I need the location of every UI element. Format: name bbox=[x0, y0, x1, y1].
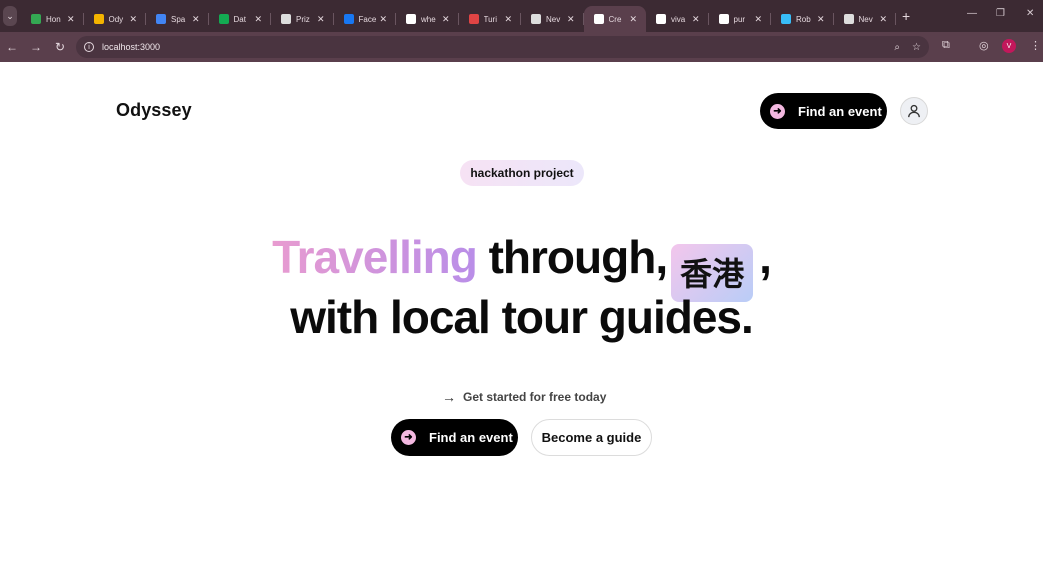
hero-heading-text: through, bbox=[488, 231, 668, 283]
chrome-icon bbox=[531, 14, 541, 24]
tab-label: Nev bbox=[858, 14, 873, 24]
doc-icon bbox=[156, 14, 166, 24]
tab-search-dropdown-icon[interactable]: ⌄ bbox=[3, 6, 17, 26]
tab-label: Cre bbox=[608, 14, 622, 24]
browser-tab[interactable]: Turi ✕ bbox=[459, 6, 522, 32]
tab-label: pur bbox=[733, 14, 746, 24]
find-event-label: Find an event bbox=[429, 430, 513, 445]
tab-label: whe bbox=[421, 14, 436, 24]
become-guide-button[interactable]: Become a guide bbox=[531, 419, 652, 456]
hero-highlight-word: Travelling bbox=[272, 231, 478, 283]
close-window-icon[interactable]: ✕ bbox=[1026, 8, 1034, 19]
arrow-right-icon: ➜ bbox=[401, 430, 416, 445]
profile-avatar[interactable]: V bbox=[1002, 39, 1016, 53]
tab-close-icon[interactable]: ✕ bbox=[67, 14, 75, 25]
hero-comma: , bbox=[759, 231, 772, 283]
tab-close-icon[interactable]: ✕ bbox=[442, 14, 450, 25]
hero-heading-line2: with local tour guides. bbox=[290, 291, 754, 343]
tab-close-icon[interactable]: ✕ bbox=[879, 14, 887, 25]
tab-close-icon[interactable]: ✕ bbox=[817, 14, 825, 25]
browser-tab[interactable]: Priz ✕ bbox=[271, 6, 334, 32]
tab-label: Hon bbox=[46, 14, 61, 24]
browser-tab[interactable]: Ody ✕ bbox=[84, 6, 147, 32]
tab-label: Priz bbox=[296, 14, 310, 24]
zoom-icon[interactable]: ⌕ bbox=[894, 42, 900, 53]
tab-label: Dat bbox=[233, 14, 246, 24]
tab-close-icon[interactable]: ✕ bbox=[504, 14, 512, 25]
chrome-icon bbox=[843, 14, 854, 24]
browser-tab[interactable]: Nev ✕ bbox=[521, 6, 584, 32]
tailwind-icon bbox=[781, 14, 791, 24]
tab-close-icon[interactable]: ✕ bbox=[129, 14, 137, 25]
user-account-button[interactable] bbox=[900, 97, 928, 125]
sync-icon[interactable]: ◎ bbox=[979, 39, 989, 52]
slides-icon bbox=[93, 14, 104, 24]
google-icon bbox=[406, 14, 416, 24]
new-tab-icon[interactable]: + bbox=[902, 8, 910, 24]
browser-tab[interactable]: Face ✕ bbox=[334, 6, 397, 32]
chat-icon bbox=[281, 14, 291, 24]
site-logo[interactable]: Odyssey bbox=[116, 100, 192, 121]
facebook-icon bbox=[343, 14, 354, 24]
back-icon[interactable]: ← bbox=[0, 40, 24, 54]
browser-tab[interactable]: Spa ✕ bbox=[146, 6, 209, 32]
circle-icon bbox=[468, 14, 479, 24]
get-started-text: → Get started for free today bbox=[442, 389, 606, 405]
arrow-right-icon: ➜ bbox=[770, 103, 785, 119]
browser-tab[interactable]: Cre ✕ bbox=[583, 6, 646, 32]
browser-tab-bar: ⌄ Hon ✕ Ody ✕ Spa ✕ Dat ✕ Priz ✕ Face ✕ whe ✕ Turi ✕ Nev… bbox=[0, 0, 1043, 32]
browser-tab[interactable]: viva ✕ bbox=[646, 6, 709, 32]
tab-label: Face bbox=[358, 14, 377, 24]
hackathon-badge: hackathon project bbox=[460, 160, 584, 186]
user-icon bbox=[908, 104, 920, 118]
browser-tab[interactable]: Nev ✕ bbox=[834, 6, 897, 32]
github-icon bbox=[656, 14, 666, 24]
site-info-icon[interactable]: i bbox=[84, 42, 94, 52]
browser-tab[interactable]: Rob ✕ bbox=[771, 6, 834, 32]
mongodb-leaf-icon bbox=[218, 14, 229, 24]
browser-toolbar: ← → ↻ i localhost:3000 ⌕ ☆ ⧉ ◎ V ⋮ bbox=[0, 32, 1043, 62]
reload-icon[interactable]: ↻ bbox=[48, 40, 72, 54]
tab-close-icon[interactable]: ✕ bbox=[379, 14, 387, 25]
tab-close-icon[interactable]: ✕ bbox=[317, 14, 325, 25]
arrow-right-icon: → bbox=[442, 389, 456, 405]
google-icon bbox=[718, 14, 729, 24]
tab-label: Ody bbox=[108, 14, 124, 24]
tab-close-icon[interactable]: ✕ bbox=[692, 14, 700, 25]
browser-tab[interactable]: whe ✕ bbox=[396, 6, 459, 32]
restore-icon[interactable]: ❐ bbox=[996, 8, 1005, 19]
bookmark-star-icon[interactable]: ☆ bbox=[912, 42, 921, 53]
header-find-event-button[interactable]: ➜ Find an event bbox=[760, 93, 887, 129]
drive-icon bbox=[31, 14, 41, 24]
tab-close-icon[interactable]: ✕ bbox=[629, 14, 637, 25]
tab-label: Nev bbox=[546, 14, 561, 24]
tab-close-icon[interactable]: ✕ bbox=[567, 14, 575, 25]
browser-tab[interactable]: Dat ✕ bbox=[209, 6, 272, 32]
browser-tab[interactable]: pur ✕ bbox=[709, 6, 772, 32]
triangle-icon bbox=[593, 14, 604, 24]
menu-icon[interactable]: ⋮ bbox=[1030, 39, 1041, 52]
header-find-event-label: Find an event bbox=[798, 103, 882, 119]
extensions-icon[interactable]: ⧉ bbox=[942, 39, 950, 52]
url-text: localhost:3000 bbox=[102, 42, 161, 52]
tab-label: viva bbox=[671, 14, 686, 24]
tab-close-icon[interactable]: ✕ bbox=[754, 14, 762, 25]
tab-label: Rob bbox=[796, 14, 811, 24]
tab-label: Turi bbox=[483, 14, 497, 24]
tab-close-icon[interactable]: ✕ bbox=[254, 14, 262, 25]
forward-icon[interactable]: → bbox=[24, 40, 48, 54]
tab-close-icon[interactable]: ✕ bbox=[192, 14, 200, 25]
tab-strip: Hon ✕ Ody ✕ Spa ✕ Dat ✕ Priz ✕ Face ✕ whe ✕ Turi ✕ Nev ✕ C… bbox=[21, 0, 896, 32]
minimize-icon[interactable]: — bbox=[967, 8, 977, 19]
get-started-label: Get started for free today bbox=[463, 390, 607, 404]
address-bar[interactable]: i localhost:3000 ⌕ ☆ bbox=[76, 36, 929, 58]
browser-tab[interactable]: Hon ✕ bbox=[21, 6, 84, 32]
find-event-button[interactable]: ➜ Find an event bbox=[391, 419, 518, 456]
tab-label: Spa bbox=[171, 14, 186, 24]
